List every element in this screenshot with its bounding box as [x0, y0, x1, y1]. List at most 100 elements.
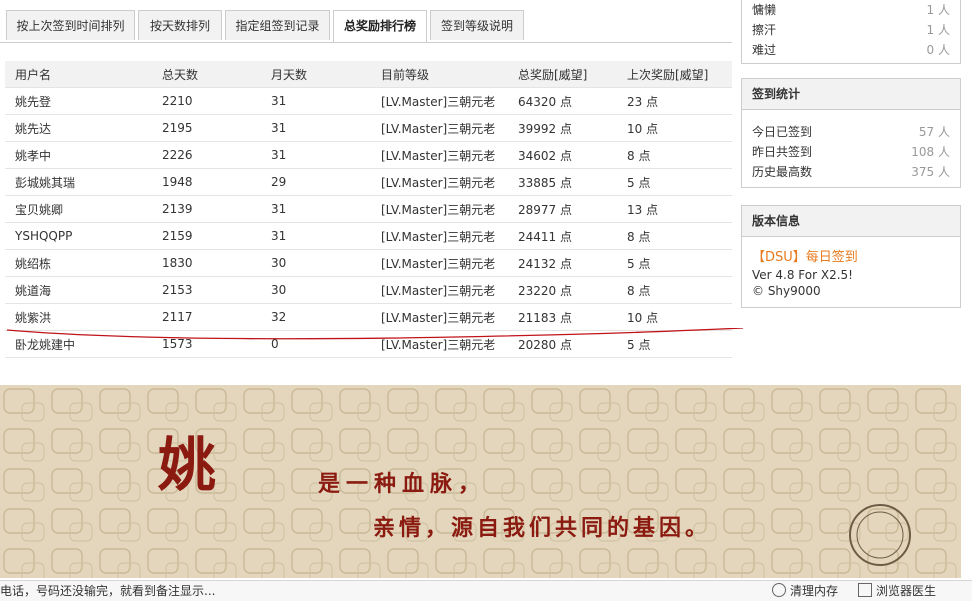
col-header-total-reward: 总奖励[威望] — [508, 61, 617, 88]
month-days: 30 — [261, 249, 371, 277]
mood-row: 难过 0 人 — [742, 40, 960, 60]
version-text: Ver 4.8 For X2.5! — [752, 268, 853, 282]
total-days: 2139 — [152, 195, 261, 223]
last-reward: 8 点 — [617, 222, 732, 250]
level: [LV.Master]三朝元老 — [371, 141, 508, 169]
col-header-level: 目前等级 — [371, 61, 508, 88]
total-days: 2159 — [152, 222, 261, 250]
username-link[interactable]: 姚先登 — [5, 87, 152, 115]
banner-text-line1: 是一种血脉， — [318, 471, 487, 497]
browser-doctor-label: 浏览器医生 — [876, 584, 937, 598]
table-row: 姚紫洪 2117 32 [LV.Master]三朝元老 21183 点 10 点 — [5, 303, 732, 331]
month-days: 31 — [261, 195, 371, 223]
month-days: 31 — [261, 114, 371, 142]
total-days: 2226 — [152, 141, 261, 169]
stat-value: 57 人 — [918, 125, 950, 139]
level: [LV.Master]三朝元老 — [371, 303, 508, 331]
last-reward: 8 点 — [617, 141, 732, 169]
tab-level-info[interactable]: 签到等级说明 — [430, 10, 524, 40]
total-reward: 34602 点 — [508, 141, 617, 169]
total-days: 1948 — [152, 168, 261, 196]
total-reward: 24411 点 — [508, 222, 617, 250]
mood-count: 1 人 — [926, 23, 950, 37]
stat-value: 108 人 — [911, 145, 950, 159]
author-text: © Shy9000 — [752, 284, 821, 298]
table-row: YSHQQPP 2159 31 [LV.Master]三朝元老 24411 点 … — [5, 222, 732, 250]
total-reward: 23220 点 — [508, 276, 617, 304]
tab-sort-by-last-signin[interactable]: 按上次签到时间排列 — [6, 10, 135, 40]
stat-value: 375 人 — [911, 165, 950, 179]
level: [LV.Master]三朝元老 — [371, 195, 508, 223]
month-days: 31 — [261, 87, 371, 115]
last-reward: 8 点 — [617, 276, 732, 304]
browser-status-bar: 电话，号码还没输完，就看到备注显示... 清理内存 浏览器医生 — [0, 580, 972, 601]
red-underline-annotation — [6, 328, 744, 340]
version-info-box: 版本信息 【DSU】每日签到 Ver 4.8 For X2.5! © Shy90… — [741, 205, 961, 308]
level: [LV.Master]三朝元老 — [371, 168, 508, 196]
username-link[interactable]: 姚孝中 — [5, 141, 152, 169]
last-reward: 5 点 — [617, 249, 732, 277]
username-link[interactable]: YSHQQPP — [5, 222, 152, 250]
mood-count: 1 人 — [926, 3, 950, 17]
col-header-last-reward: 上次奖励[威望] — [617, 61, 732, 88]
level: [LV.Master]三朝元老 — [371, 114, 508, 142]
tab-total-reward-ranking[interactable]: 总奖励排行榜 — [333, 10, 427, 42]
username-link[interactable]: 姚先达 — [5, 114, 152, 142]
col-header-total-days: 总天数 — [152, 61, 261, 88]
ranking-table: 用户名 总天数 月天数 目前等级 总奖励[威望] 上次奖励[威望] 姚先登 22… — [5, 61, 732, 358]
username-link[interactable]: 姚绍栋 — [5, 249, 152, 277]
total-reward: 24132 点 — [508, 249, 617, 277]
tab-group-records[interactable]: 指定组签到记录 — [225, 10, 330, 40]
banner-text-line2: 亲情，源自我们共同的基因。 — [373, 515, 712, 541]
plugin-name-link[interactable]: 【DSU】每日签到 — [752, 249, 950, 267]
total-reward: 64320 点 — [508, 87, 617, 115]
total-days: 2117 — [152, 303, 261, 331]
version-info-title: 版本信息 — [742, 206, 960, 237]
level: [LV.Master]三朝元老 — [371, 222, 508, 250]
stat-label: 昨日共签到 — [752, 145, 813, 159]
username-link[interactable]: 宝贝姚卿 — [5, 195, 152, 223]
mood-label: 慵懒 — [752, 3, 777, 17]
month-days: 30 — [261, 276, 371, 304]
banner-surname-char: 姚 — [158, 431, 217, 499]
col-header-month-days: 月天数 — [261, 61, 371, 88]
stat-row: 昨日共签到 108 人 — [742, 142, 960, 162]
username-link[interactable]: 彭城姚其瑞 — [5, 168, 152, 196]
level: [LV.Master]三朝元老 — [371, 276, 508, 304]
last-reward: 23 点 — [617, 87, 732, 115]
browser-doctor-button[interactable]: 浏览器医生 — [858, 581, 936, 601]
total-days: 2195 — [152, 114, 261, 142]
total-reward: 39992 点 — [508, 114, 617, 142]
mood-row: 擦汗 1 人 — [742, 20, 960, 40]
username-link[interactable]: 姚紫洪 — [5, 303, 152, 331]
total-days: 1830 — [152, 249, 261, 277]
signin-stats-box: 签到统计 今日已签到 57 人 昨日共签到 108 人 历史最高数 375 人 — [741, 78, 961, 188]
level: [LV.Master]三朝元老 — [371, 87, 508, 115]
page-scrollbar[interactable] — [964, 0, 972, 580]
username-link[interactable]: 姚道海 — [5, 276, 152, 304]
table-row: 姚道海 2153 30 [LV.Master]三朝元老 23220 点 8 点 — [5, 276, 732, 304]
tab-bar: 按上次签到时间排列 按天数排列 指定组签到记录 总奖励排行榜 签到等级说明 — [0, 0, 732, 43]
mood-stats-box: 慵懒 1 人 擦汗 1 人 难过 0 人 — [741, 0, 961, 64]
total-reward: 33885 点 — [508, 168, 617, 196]
mood-row: 慵懒 1 人 — [742, 0, 960, 20]
table-row: 姚先登 2210 31 [LV.Master]三朝元老 64320 点 23 点 — [5, 87, 732, 115]
month-days: 32 — [261, 303, 371, 331]
total-reward: 28977 点 — [508, 195, 617, 223]
table-header-row: 用户名 总天数 月天数 目前等级 总奖励[威望] 上次奖励[威望] — [5, 61, 732, 88]
clean-memory-button[interactable]: 清理内存 — [772, 581, 838, 601]
level: [LV.Master]三朝元老 — [371, 249, 508, 277]
stat-row: 今日已签到 57 人 — [742, 122, 960, 142]
tab-sort-by-days[interactable]: 按天数排列 — [138, 10, 222, 40]
month-days: 31 — [261, 222, 371, 250]
mood-label: 难过 — [752, 43, 777, 57]
table-row: 姚孝中 2226 31 [LV.Master]三朝元老 34602 点 8 点 — [5, 141, 732, 169]
status-text: 电话，号码还没输完，就看到备注显示... — [0, 584, 216, 598]
clock-icon — [772, 583, 786, 597]
mood-count: 0 人 — [926, 43, 950, 57]
table-row: 彭城姚其瑞 1948 29 [LV.Master]三朝元老 33885 点 5 … — [5, 168, 732, 196]
total-days: 2153 — [152, 276, 261, 304]
last-reward: 10 点 — [617, 114, 732, 142]
table-row: 宝贝姚卿 2139 31 [LV.Master]三朝元老 28977 点 13 … — [5, 195, 732, 223]
stat-label: 今日已签到 — [752, 125, 813, 139]
